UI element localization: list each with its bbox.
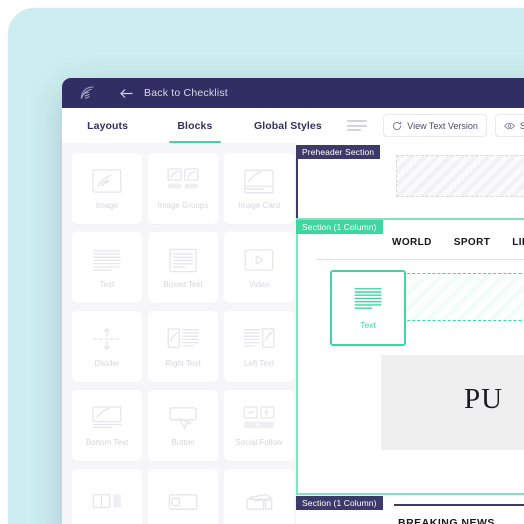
view-text-version-button[interactable]: View Text Version: [383, 114, 487, 137]
boxed-text-icon: [169, 245, 197, 275]
nav-link-world[interactable]: WORLD: [392, 237, 432, 248]
section-tag-one-column-a[interactable]: Section (1 Column): [296, 220, 383, 234]
block-card-video-card[interactable]: [148, 469, 218, 524]
feather-quill-icon[interactable]: [70, 84, 104, 102]
stacked-cards-icon: [244, 487, 274, 517]
tab-blocks[interactable]: Blocks: [157, 108, 232, 143]
right-text-icon: [167, 324, 199, 354]
tab-global-styles[interactable]: Global Styles: [243, 108, 334, 143]
button-cursor-icon: [168, 403, 198, 433]
block-label: Image: [95, 201, 119, 210]
block-label: Bottom Text: [85, 438, 129, 447]
left-text-icon: [243, 324, 275, 354]
block-card-image-text[interactable]: [72, 469, 142, 524]
view-text-version-label: View Text Version: [407, 120, 478, 131]
screenshot-stage: Back to Checklist Layouts Blocks Global …: [0, 0, 524, 524]
block-card-left-text[interactable]: Left Text: [224, 311, 294, 382]
email-preview-canvas: Preheader Section Section (1 Column) WOR…: [296, 143, 524, 524]
section-tag-preheader[interactable]: Preheader Section: [296, 145, 381, 159]
email-nav-links: WORLD SPORT LIFE: [392, 237, 524, 248]
show-blocks-label: Show Bl: [519, 120, 524, 131]
video-card-icon: [168, 487, 198, 517]
image-text-icon: [92, 487, 122, 517]
dragged-block-label: Text: [360, 320, 376, 330]
nav-link-sport[interactable]: SPORT: [454, 237, 490, 248]
section-tag-one-column-b[interactable]: Section (1 Column): [296, 496, 383, 510]
bottom-text-icon: [92, 403, 122, 433]
divider-icon: [92, 324, 122, 354]
hamburger-icon[interactable]: [347, 120, 368, 131]
section-rail-green: [296, 220, 298, 495]
nav-link-life[interactable]: LIFE: [512, 237, 524, 248]
text-lines-icon: [353, 286, 383, 315]
block-card-bottom-text[interactable]: Bottom Text: [72, 390, 142, 461]
block-drop-zone[interactable]: [392, 273, 524, 321]
block-label: Video: [248, 280, 270, 289]
hero-heading: PU: [464, 383, 504, 415]
block-label: Image Card: [238, 201, 280, 210]
image-groups-icon: [167, 166, 199, 196]
block-card-image[interactable]: Image: [72, 153, 142, 224]
block-card-button[interactable]: Button: [148, 390, 218, 461]
image-card-icon: [244, 166, 274, 196]
block-label: Right Text: [165, 359, 201, 368]
back-to-checklist-link[interactable]: Back to Checklist: [144, 87, 228, 99]
block-card-social-follow[interactable]: Social Follow: [224, 390, 294, 461]
preheader-image-placeholder[interactable]: [396, 155, 524, 197]
text-lines-icon: [92, 245, 122, 275]
block-label: Boxed Text: [163, 280, 203, 289]
block-card-boxed-text[interactable]: Boxed Text: [148, 232, 218, 303]
section-top-rule: [394, 504, 524, 506]
image-icon: [92, 166, 122, 196]
block-card-text[interactable]: Text: [72, 232, 142, 303]
block-card-video[interactable]: Video: [224, 232, 294, 303]
block-card-stacked-cards[interactable]: [224, 469, 294, 524]
breaking-news-headline: BREAKING NEWS: [398, 517, 495, 524]
show-blocks-button[interactable]: Show Bl: [494, 114, 524, 137]
block-label: Divider: [94, 359, 120, 368]
arrow-left-icon[interactable]: [118, 88, 134, 99]
block-card-right-text[interactable]: Right Text: [148, 311, 218, 382]
section-divider-green-bottom: [296, 493, 524, 495]
tab-layouts[interactable]: Layouts: [70, 108, 145, 143]
blocks-panel: Image Image Groups Image Card Text Boxed…: [62, 143, 296, 524]
block-label: Social Follow: [235, 438, 283, 447]
blocks-grid: Image Image Groups Image Card Text Boxed…: [72, 153, 296, 524]
top-navigation-bar: Back to Checklist: [62, 78, 524, 108]
block-label: Text: [99, 280, 115, 289]
eye-icon: [504, 121, 515, 131]
builder-tab-strip: Layouts Blocks Global Styles View Text V…: [62, 108, 524, 144]
block-label: Left Text: [243, 359, 275, 368]
nav-underline: [316, 259, 524, 260]
block-card-image-groups[interactable]: Image Groups: [148, 153, 218, 224]
video-play-icon: [244, 245, 274, 275]
block-card-divider[interactable]: Divider: [72, 311, 142, 382]
block-label: Image Groups: [157, 201, 209, 210]
email-builder-window: Back to Checklist Layouts Blocks Global …: [62, 78, 524, 524]
refresh-icon: [392, 120, 402, 131]
block-card-image-card[interactable]: Image Card: [224, 153, 294, 224]
social-follow-icon: [243, 403, 275, 433]
dragged-text-block[interactable]: Text: [330, 270, 406, 346]
block-label: Button: [171, 438, 195, 447]
